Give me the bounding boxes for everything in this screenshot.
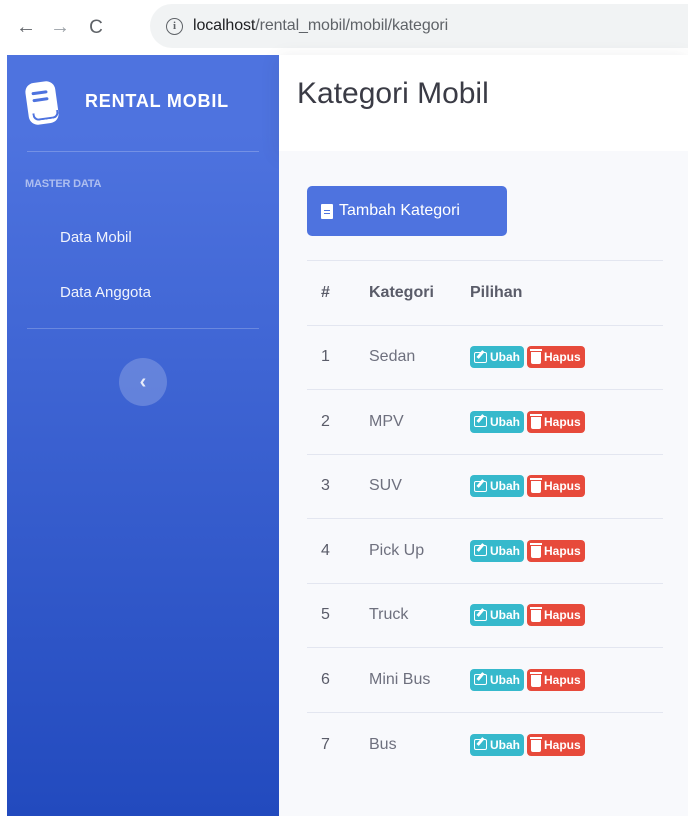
main-content: Tambah Kategori # Kategori Pilihan 1 Seda…	[279, 151, 688, 816]
sidebar-item-data-mobil[interactable]: Data Mobil	[60, 229, 132, 246]
delete-label: Hapus	[544, 672, 581, 687]
page-title: Kategori Mobil	[297, 77, 489, 110]
category-name: SUV	[357, 453, 470, 519]
add-category-label: Tambah Kategori	[339, 202, 460, 219]
delete-label: Hapus	[544, 608, 581, 623]
delete-label: Hapus	[544, 479, 581, 494]
row-actions: Ubah Hapus	[470, 582, 663, 648]
row-actions: Ubah Hapus	[470, 453, 663, 519]
row-actions: Ubah Hapus	[470, 518, 663, 583]
trash-icon	[530, 349, 542, 365]
trash-icon	[530, 607, 542, 623]
category-name: MPV	[357, 389, 470, 454]
sidebar-heading: MASTER DATA	[25, 178, 102, 190]
edit-icon	[474, 480, 487, 492]
row-number: 1	[307, 324, 357, 390]
trash-icon	[530, 736, 542, 752]
delete-button[interactable]: Hapus	[527, 475, 585, 498]
edit-button[interactable]: Ubah	[470, 668, 524, 691]
delete-label: Hapus	[544, 543, 581, 558]
edit-label: Ubah	[490, 608, 520, 623]
edit-icon	[474, 545, 487, 557]
row-number: 3	[307, 453, 357, 519]
row-number: 6	[307, 647, 357, 712]
edit-button[interactable]: Ubah	[470, 346, 524, 369]
row-number: 4	[307, 518, 357, 583]
back-arrow-icon[interactable]: ←	[12, 16, 40, 39]
brand-text: RENTAL MOBIL	[85, 91, 229, 111]
row-number: 5	[307, 582, 357, 648]
edit-label: Ubah	[490, 672, 520, 687]
table-row: 1 Sedan Ubah Hapus	[307, 324, 663, 390]
table-row: 6 Mini Bus Ubah Hapus	[307, 647, 663, 712]
category-name: Pick Up	[357, 518, 470, 583]
sidebar-divider	[27, 328, 259, 329]
category-table: # Kategori Pilihan 1 Sedan Ubah Hapus 2 MPV Ub…	[307, 260, 663, 777]
book-icon	[24, 80, 60, 126]
browser-toolbar: ← → C i localhost/rental_mobil/mobil/kat…	[0, 0, 688, 55]
add-category-button[interactable]: Tambah Kategori	[307, 186, 507, 236]
row-number: 2	[307, 389, 357, 454]
table-row: 3 SUV Ubah Hapus	[307, 453, 663, 519]
trash-icon	[530, 542, 542, 558]
edit-icon	[474, 739, 487, 750]
row-actions: Ubah Hapus	[470, 389, 663, 454]
table-row: 5 Truck Ubah Hapus	[307, 582, 663, 648]
row-actions: Ubah Hapus	[470, 324, 663, 390]
category-name: Mini Bus	[357, 647, 470, 712]
sidebar-brand[interactable]: RENTAL MOBIL	[7, 55, 279, 151]
delete-button[interactable]: Hapus	[527, 668, 585, 691]
file-icon	[321, 203, 333, 219]
table-header-row: # Kategori Pilihan	[307, 260, 663, 325]
url-text: localhost/rental_mobil/mobil/kategori	[193, 17, 449, 34]
category-name: Sedan	[357, 324, 470, 390]
edit-icon	[474, 674, 487, 686]
delete-button[interactable]: Hapus	[527, 410, 585, 433]
chevron-left-icon: ‹	[139, 370, 147, 393]
sidebar-item-data-anggota[interactable]: Data Anggota	[60, 284, 151, 301]
row-number: 7	[307, 711, 357, 777]
edit-button[interactable]: Ubah	[470, 604, 524, 627]
delete-button[interactable]: Hapus	[527, 539, 585, 562]
edit-label: Ubah	[490, 350, 520, 365]
edit-button[interactable]: Ubah	[470, 539, 524, 562]
row-actions: Ubah Hapus	[470, 647, 663, 712]
edit-icon	[474, 351, 487, 363]
sidebar-divider	[27, 151, 259, 152]
category-name: Bus	[357, 711, 470, 777]
delete-label: Hapus	[544, 414, 581, 429]
delete-label: Hapus	[544, 737, 581, 752]
trash-icon	[530, 478, 542, 494]
delete-button[interactable]: Hapus	[527, 733, 585, 756]
delete-button[interactable]: Hapus	[527, 604, 585, 627]
delete-label: Hapus	[544, 350, 581, 365]
column-header-number: #	[307, 260, 357, 325]
trash-icon	[530, 413, 542, 429]
column-header-kategori: Kategori	[357, 260, 470, 325]
address-bar[interactable]: i localhost/rental_mobil/mobil/kategori	[150, 4, 688, 48]
forward-arrow-icon[interactable]: →	[46, 16, 74, 39]
sidebar-toggle-button[interactable]: ‹	[119, 358, 167, 406]
edit-icon	[474, 416, 487, 428]
column-header-pilihan: Pilihan	[470, 260, 663, 325]
edit-icon	[474, 609, 487, 621]
edit-button[interactable]: Ubah	[470, 410, 524, 433]
category-name: Truck	[357, 582, 470, 648]
edit-button[interactable]: Ubah	[470, 475, 524, 498]
trash-icon	[530, 671, 542, 687]
sidebar: RENTAL MOBIL MASTER DATA Data Mobil Data…	[7, 55, 279, 816]
row-actions: Ubah Hapus	[470, 711, 663, 777]
table-row: 2 MPV Ubah Hapus	[307, 389, 663, 454]
table-row: 4 Pick Up Ubah Hapus	[307, 518, 663, 583]
edit-button[interactable]: Ubah	[470, 733, 524, 756]
edit-label: Ubah	[490, 737, 520, 752]
edit-label: Ubah	[490, 543, 520, 558]
edit-label: Ubah	[490, 479, 520, 494]
edit-label: Ubah	[490, 414, 520, 429]
delete-button[interactable]: Hapus	[527, 346, 585, 369]
table-row: 7 Bus Ubah Hapus	[307, 711, 663, 777]
info-icon[interactable]: i	[166, 17, 183, 35]
topbar: Kategori Mobil	[279, 55, 688, 151]
reload-icon[interactable]: C	[82, 17, 110, 39]
